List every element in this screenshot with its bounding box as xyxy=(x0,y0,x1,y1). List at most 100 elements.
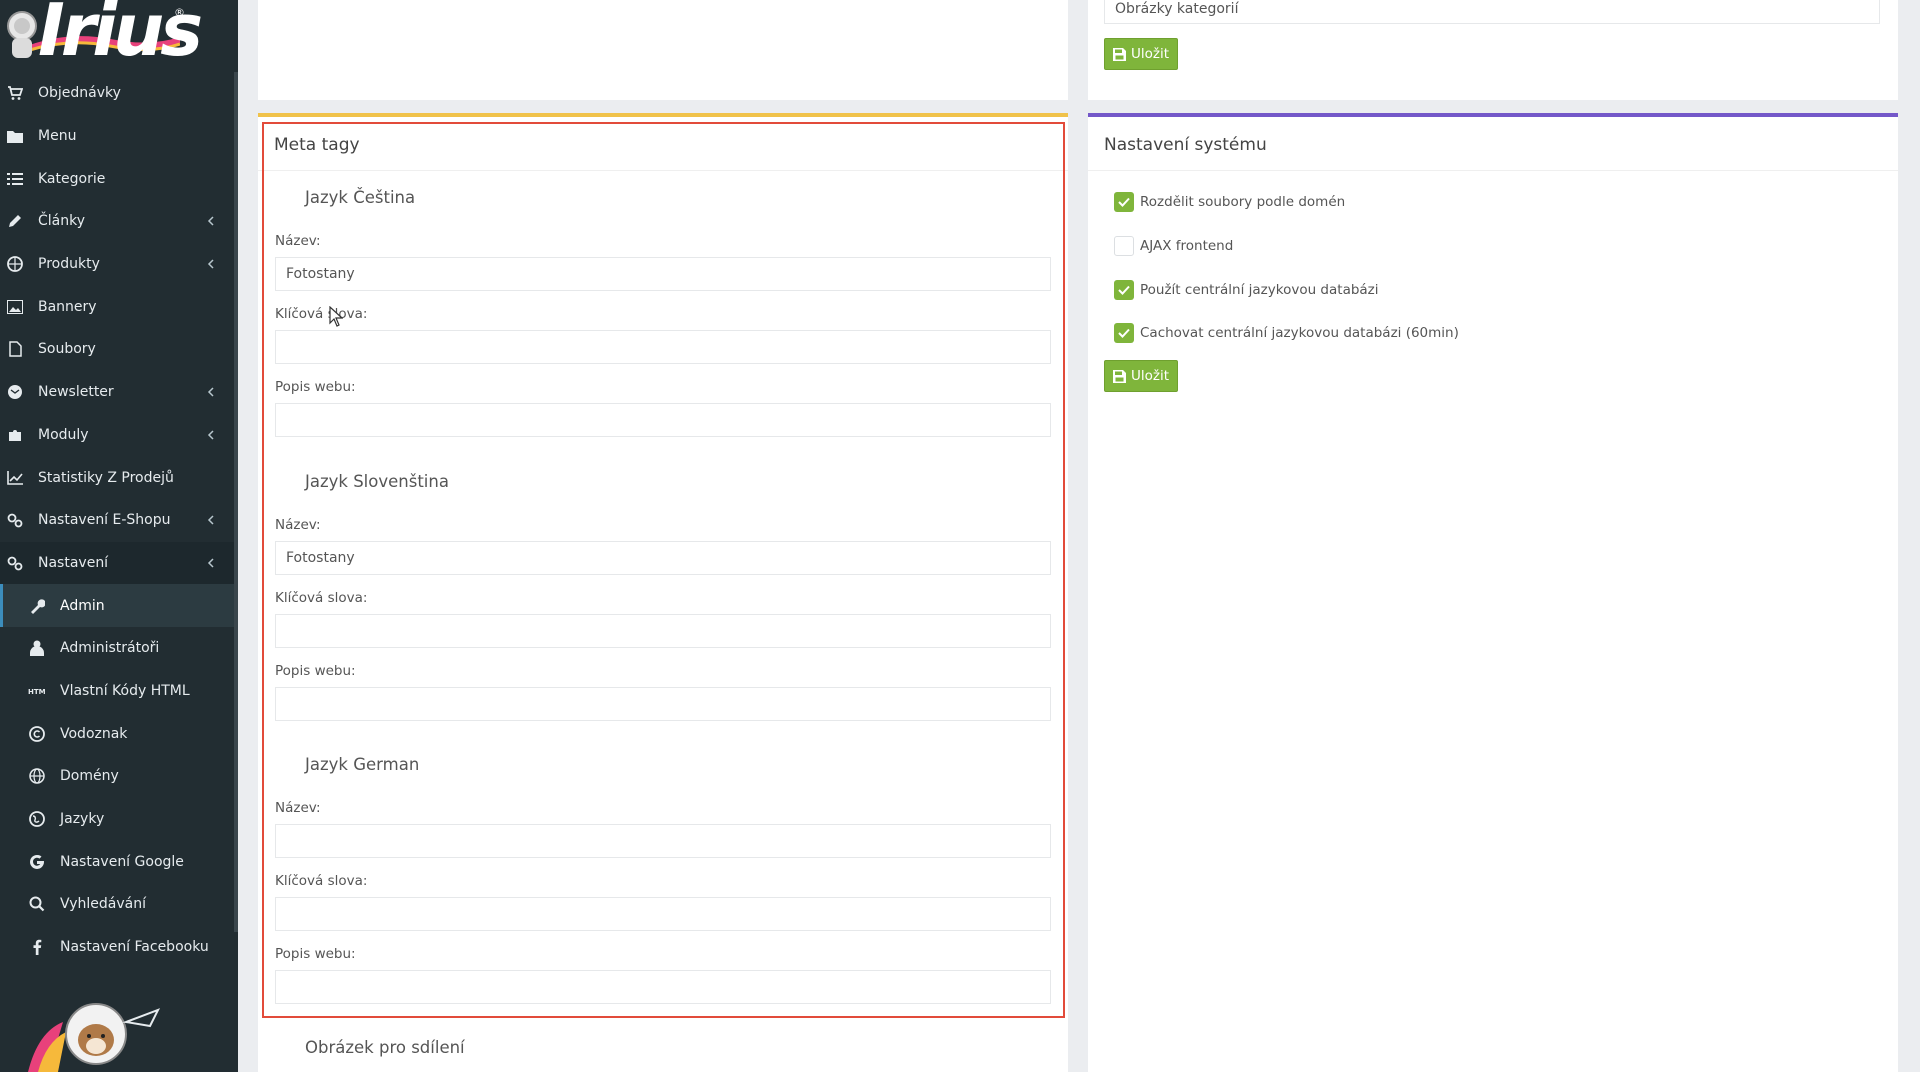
top-left-card xyxy=(258,0,1068,100)
czech-name-input[interactable] xyxy=(275,257,1051,291)
sidebar-item-label: Produkty xyxy=(38,256,100,273)
name-label: Název: xyxy=(275,517,321,533)
option-label: Rozdělit soubory podle domén xyxy=(1140,194,1346,210)
sidebar-subitem-administrators[interactable]: Administrátoři xyxy=(0,627,238,670)
svg-text:HTML: HTML xyxy=(28,688,46,695)
german-keywords-input[interactable] xyxy=(275,897,1051,931)
list-icon xyxy=(6,170,24,188)
sidebar-subitem-google-settings[interactable]: Nastavení Google xyxy=(0,840,238,883)
czech-description-input[interactable] xyxy=(275,403,1051,437)
logo-registered: ® xyxy=(174,6,185,19)
sidebar-item-label: Soubory xyxy=(38,341,96,358)
cart-icon xyxy=(6,84,24,102)
sidebar-item-newsletter[interactable]: Newsletter xyxy=(0,371,238,414)
czech-keywords-input[interactable] xyxy=(275,330,1051,364)
sidebar-item-label: Administrátoři xyxy=(60,640,160,657)
sidebar-item-articles[interactable]: Články xyxy=(0,200,238,243)
checkbox-unchecked[interactable] xyxy=(1114,236,1134,256)
chevron-left-icon xyxy=(207,216,214,226)
sidebar-item-label: Objednávky xyxy=(38,85,121,102)
option-use-central-language-db[interactable]: Použít centrální jazykovou databázi xyxy=(1114,280,1379,300)
sidebar-subitem-custom-html[interactable]: HTML Vlastní Kódy HTML xyxy=(0,670,238,713)
globe-icon xyxy=(28,767,46,785)
chevron-left-icon xyxy=(207,558,214,568)
sidebar-item-label: Vodoznak xyxy=(60,725,128,742)
chevron-left-icon xyxy=(207,515,214,525)
description-label: Popis webu: xyxy=(275,663,356,679)
search-icon xyxy=(28,895,46,913)
folder-icon xyxy=(6,127,24,145)
description-label: Popis webu: xyxy=(275,946,356,962)
option-label: Použít centrální jazykovou databázi xyxy=(1140,282,1379,298)
sidebar-item-label: Kategorie xyxy=(38,170,106,187)
mouse-cursor-icon xyxy=(329,306,343,327)
sidebar-subitem-facebook-settings[interactable]: Nastavení Facebooku xyxy=(0,926,238,969)
sidebar-item-label: Nastavení xyxy=(38,554,109,571)
slovak-keywords-input[interactable] xyxy=(275,614,1051,648)
sidebar-subitem-languages[interactable]: Jazyky xyxy=(0,798,238,841)
option-cache-central-language-db[interactable]: Cachovat centrální jazykovou databázi (6… xyxy=(1114,323,1459,343)
sidebar-item-label: Nastavení E-Shopu xyxy=(38,512,171,529)
sidebar-item-categories[interactable]: Kategorie xyxy=(0,157,238,200)
keywords-label: Klíčová slova: xyxy=(275,873,368,889)
image-icon xyxy=(6,298,24,316)
sidebar-subitem-search[interactable]: Vyhledávání xyxy=(0,883,238,926)
puzzle-icon xyxy=(6,426,24,444)
sidebar-item-label: Admin xyxy=(60,597,105,614)
floppy-disk-icon xyxy=(1112,47,1126,61)
save-button-label: Uložit xyxy=(1130,46,1170,62)
floppy-disk-icon xyxy=(1112,369,1126,383)
save-button-top[interactable]: Uložit xyxy=(1104,38,1178,70)
category-images-field[interactable] xyxy=(1104,0,1880,24)
chevron-left-icon xyxy=(207,387,214,397)
sidebar-item-products[interactable]: Produkty xyxy=(0,243,238,286)
german-description-input[interactable] xyxy=(275,970,1051,1004)
description-label: Popis webu: xyxy=(275,379,356,395)
sidebar-item-label: Vyhledávání xyxy=(60,896,146,913)
system-settings-card: Nastavení systému xyxy=(1088,113,1898,1072)
pencil-icon xyxy=(6,212,24,230)
language-heading-german: Jazyk German xyxy=(305,755,420,774)
shiba-astronaut-mascot-icon xyxy=(28,1003,161,1072)
sidebar-nav: Objednávky Menu Kategorie Články Produkt… xyxy=(0,72,238,585)
cogs-icon xyxy=(6,511,24,529)
sidebar-item-settings[interactable]: Nastavení xyxy=(0,541,238,585)
sidebar-item-orders[interactable]: Objednávky xyxy=(0,72,238,115)
sidebar-item-files[interactable]: Soubory xyxy=(0,328,238,371)
sidebar-item-menu[interactable]: Menu xyxy=(0,115,238,158)
option-ajax-frontend[interactable]: AJAX frontend xyxy=(1114,236,1233,256)
system-settings-title: Nastavení systému xyxy=(1088,117,1898,171)
sidebar-item-modules[interactable]: Moduly xyxy=(0,414,238,457)
german-name-input[interactable] xyxy=(275,824,1051,858)
sidebar-item-eshop-settings[interactable]: Nastavení E-Shopu xyxy=(0,499,238,542)
checkbox-checked[interactable] xyxy=(1114,192,1134,212)
sidebar-subitem-admin[interactable]: Admin xyxy=(0,584,238,627)
brand-logo[interactable]: Irius ® xyxy=(0,0,238,72)
option-split-files-by-domain[interactable]: Rozdělit soubory podle domén xyxy=(1114,192,1345,212)
share-image-heading: Obrázek pro sdílení xyxy=(305,1038,465,1057)
sidebar-item-label: Nastavení Facebooku xyxy=(60,939,209,956)
option-label: AJAX frontend xyxy=(1140,238,1234,254)
language-heading-slovak: Jazyk Slovenština xyxy=(305,472,449,491)
check-icon xyxy=(1118,328,1130,338)
sidebar-item-label: Moduly xyxy=(38,426,89,443)
sidebar-item-label: Menu xyxy=(38,128,77,145)
sidebar-item-sales-stats[interactable]: Statistiky Z Prodejů xyxy=(0,456,238,499)
cogs-icon xyxy=(6,554,24,572)
sidebar-scrollbar[interactable] xyxy=(234,72,238,932)
slovak-description-input[interactable] xyxy=(275,687,1051,721)
save-system-settings-button[interactable]: Uložit xyxy=(1104,360,1178,392)
check-icon xyxy=(1118,285,1130,295)
checkbox-checked[interactable] xyxy=(1114,323,1134,343)
slovak-name-input[interactable] xyxy=(275,541,1051,575)
sidebar-item-label: Domény xyxy=(60,768,119,785)
checkbox-checked[interactable] xyxy=(1114,280,1134,300)
google-icon xyxy=(28,853,46,871)
chevron-left-icon xyxy=(207,259,214,269)
sidebar-item-label: Bannery xyxy=(38,298,97,315)
chevron-left-icon xyxy=(207,430,214,440)
sidebar-subitem-domains[interactable]: Domény xyxy=(0,755,238,798)
sidebar-subitem-watermark[interactable]: Vodoznak xyxy=(0,712,238,755)
sidebar-item-label: Jazyky xyxy=(60,811,105,828)
sidebar-item-banners[interactable]: Bannery xyxy=(0,285,238,328)
